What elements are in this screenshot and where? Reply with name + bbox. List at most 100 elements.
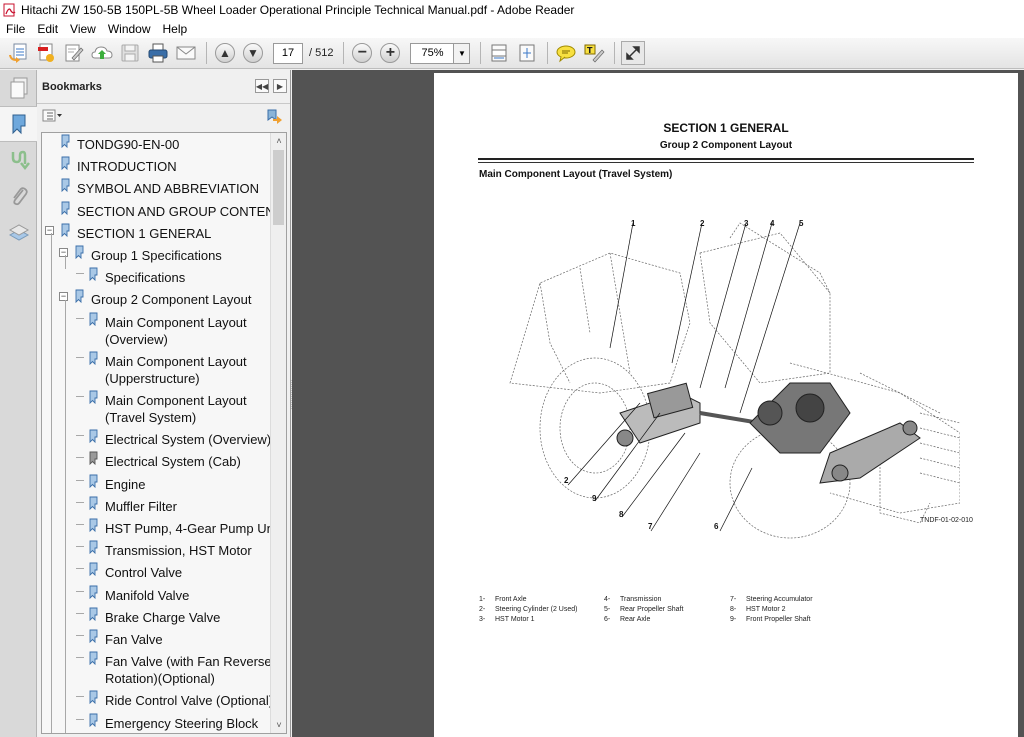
bookmark-label: SECTION 1 GENERAL xyxy=(77,225,212,241)
bookmark-label-line2: (Upperstructure) xyxy=(105,370,200,386)
menu-view[interactable]: View xyxy=(64,22,102,36)
fit-width-button[interactable] xyxy=(487,41,511,65)
bookmarks-button[interactable] xyxy=(0,106,38,142)
options-icon xyxy=(42,109,62,122)
scroll-down-icon[interactable]: ˅ xyxy=(271,717,286,733)
bookmark-item[interactable]: Brake Charge Valve xyxy=(42,607,272,627)
bookmark-item[interactable]: Main Component Layout (Travel System) xyxy=(42,390,272,427)
full-screen-button[interactable] xyxy=(621,41,646,65)
scrollbar-thumb[interactable] xyxy=(273,150,284,225)
bookmark-item[interactable]: Fan Valve (with Fan Reverse Rotation)(Opt… xyxy=(42,651,272,688)
options-menu-button[interactable] xyxy=(42,109,64,128)
page-thumbnails-button[interactable] xyxy=(0,70,37,106)
cloud-upload-icon xyxy=(91,46,113,59)
collapse-panel-icon[interactable]: ◀◀ xyxy=(255,79,269,93)
bookmark-item[interactable]: Control Valve xyxy=(42,562,272,582)
convert-button[interactable] xyxy=(34,41,58,65)
create-pdf-button[interactable] xyxy=(6,41,30,65)
bookmark-item[interactable]: Main Component Layout (Upperstructure) xyxy=(42,351,272,388)
bookmark-item[interactable]: Ride Control Valve (Optional) xyxy=(42,690,273,710)
bookmark-icon xyxy=(89,607,98,621)
bookmark-label: Transmission, HST Motor xyxy=(105,543,252,559)
bookmark-icon xyxy=(89,690,98,705)
attachments-button[interactable] xyxy=(0,178,37,214)
menu-help[interactable]: Help xyxy=(157,22,194,36)
legend-item: 3- HST Motor 1 xyxy=(479,616,535,623)
page-number-input[interactable]: 17 xyxy=(273,42,303,64)
figure-id: TNDF-01-02-010 xyxy=(920,517,973,524)
bookmark-item[interactable]: Main Component Layout (Overview) xyxy=(42,312,272,349)
expand-panel-icon[interactable]: ▶ xyxy=(273,79,287,93)
previous-page-button[interactable]: ▲ xyxy=(213,41,237,65)
zoom-in-icon: + xyxy=(380,43,401,63)
highlight-text-button[interactable]: T xyxy=(582,41,606,65)
toolbar-separator xyxy=(547,42,549,64)
bookmark-item[interactable]: Manifold Valve xyxy=(42,585,272,605)
pdf-page: SECTION 1 GENERAL Group 2 Component Layo… xyxy=(434,73,1018,737)
menu-file[interactable]: File xyxy=(0,22,31,36)
bookmark-item[interactable]: Fan Valve xyxy=(42,629,272,649)
expand-bookmark-button[interactable] xyxy=(265,108,283,131)
bookmark-label: SECTION AND GROUP CONTENTS xyxy=(77,203,287,219)
bookmark-item[interactable]: Engine xyxy=(42,474,272,494)
bookmark-item[interactable]: − Group 1 Specifications xyxy=(42,245,272,265)
cloud-upload-button[interactable] xyxy=(90,41,114,65)
bookmark-item[interactable]: − SECTION 1 GENERAL xyxy=(42,223,272,243)
bookmark-icon xyxy=(75,245,84,260)
scroll-up-icon[interactable]: ˄ xyxy=(271,133,286,149)
legend-item: 1- Front Axle xyxy=(479,596,527,603)
legend-column-2: 4- Transmission 5- Rear Propeller Shaft 6-… xyxy=(604,595,683,625)
tree-connector xyxy=(76,696,84,698)
toolbar-separator xyxy=(343,42,345,64)
layers-button[interactable] xyxy=(0,214,37,250)
next-page-button[interactable]: ▼ xyxy=(241,41,265,65)
print-button[interactable] xyxy=(146,41,170,65)
callout-line-3 xyxy=(699,222,747,389)
collapse-toggle-icon[interactable]: − xyxy=(59,248,68,257)
zoom-select[interactable]: 75% ▼ xyxy=(410,42,471,64)
bookmark-item[interactable]: − Group 2 Component Layout xyxy=(42,289,272,309)
legend-column-1: 1- Front Axle 2- Steering Cylinder (2 Used… xyxy=(479,595,577,625)
tree-connector xyxy=(76,635,84,636)
collapse-toggle-icon[interactable]: − xyxy=(45,225,54,235)
bookmark-scrollbar[interactable]: ˄ ˅ xyxy=(270,133,286,733)
signatures-button[interactable] xyxy=(0,142,37,178)
chevron-down-icon[interactable]: ▼ xyxy=(453,43,470,63)
bookmark-icon xyxy=(89,474,98,488)
fit-page-icon xyxy=(519,44,535,62)
callout-line-8 xyxy=(621,432,686,518)
zoom-out-button[interactable]: − xyxy=(350,41,374,65)
bookmark-item[interactable]: Transmission, HST Motor xyxy=(42,540,272,560)
zoom-value: 75% xyxy=(421,46,444,59)
bookmark-item[interactable]: Muffler Filter xyxy=(42,496,272,516)
fill-sign-button[interactable] xyxy=(62,41,86,65)
bookmark-item[interactable]: SECTION AND GROUP CONTENTS xyxy=(42,201,286,221)
bookmark-item[interactable]: Electrical System (Overview) xyxy=(42,429,272,449)
bookmark-icon xyxy=(61,223,70,237)
tree-connector xyxy=(76,612,84,614)
bookmarks-panel: Bookmarks ◀◀ ▶ TONDG90-EN-00 INTRODUCTION… xyxy=(37,70,291,737)
save-button[interactable] xyxy=(118,41,142,65)
menu-edit[interactable]: Edit xyxy=(31,22,64,36)
tree-connector xyxy=(76,524,84,525)
zoom-in-button[interactable]: + xyxy=(378,41,402,65)
bookmark-item[interactable]: HST Pump, 4-Gear Pump Unit xyxy=(42,518,280,538)
tree-connector xyxy=(65,300,66,733)
bookmark-item[interactable]: Electrical System (Cab) xyxy=(42,451,272,471)
bookmark-item[interactable]: Emergency Steering Block xyxy=(42,713,272,733)
collapse-toggle-icon[interactable]: − xyxy=(59,292,68,302)
toolbar-separator xyxy=(480,42,482,64)
menu-window[interactable]: Window xyxy=(102,22,157,36)
bookmark-item[interactable]: INTRODUCTION xyxy=(42,156,272,176)
callout-1: 1 xyxy=(631,219,636,228)
callout-line-4 xyxy=(724,222,773,389)
layers-icon xyxy=(8,224,29,241)
bookmark-item[interactable]: Specifications xyxy=(42,267,272,287)
fit-page-button[interactable] xyxy=(515,41,539,65)
zoom-out-icon: − xyxy=(352,43,373,63)
tree-connector xyxy=(65,255,66,269)
bookmark-item[interactable]: SYMBOL AND ABBREVIATION xyxy=(42,178,272,198)
email-button[interactable] xyxy=(174,41,198,65)
comment-button[interactable] xyxy=(554,41,578,65)
bookmark-item[interactable]: TONDG90-EN-00 xyxy=(42,134,272,154)
